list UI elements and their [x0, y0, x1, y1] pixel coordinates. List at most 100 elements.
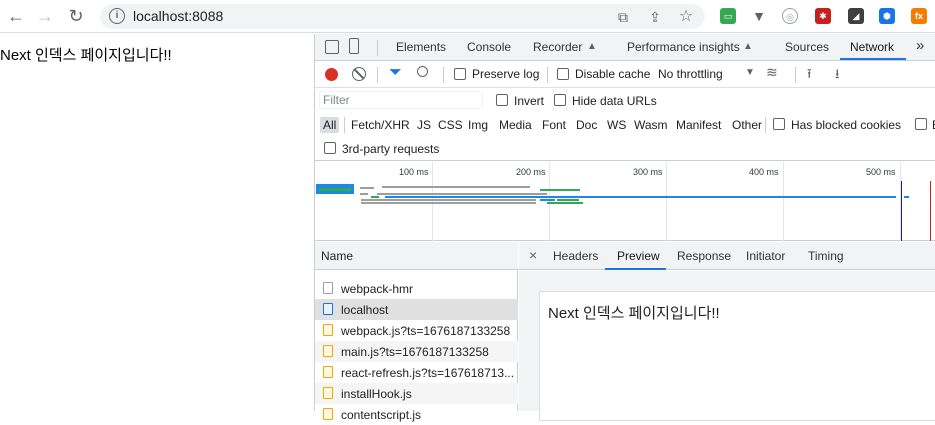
device-toggle-icon[interactable] — [349, 38, 359, 54]
close-icon[interactable]: × — [529, 247, 537, 263]
address-bar[interactable]: i localhost:8088 ⧉ ⇪ ☆ — [100, 4, 705, 29]
network-conditions-icon[interactable]: ≋ — [766, 64, 778, 81]
request-row[interactable]: webpack-hmr — [315, 278, 518, 299]
info-icon[interactable]: i — [109, 8, 125, 24]
forward-arrow-icon[interactable]: → — [33, 5, 57, 27]
bookmark-star-icon[interactable]: ☆ — [677, 8, 695, 26]
name-column-header[interactable]: Name — [315, 242, 518, 270]
share-icon[interactable]: ⇪ — [646, 8, 664, 26]
dom-content-loaded-marker — [901, 181, 902, 241]
tab-network[interactable]: Network — [850, 40, 894, 54]
tab-response[interactable]: Response — [677, 249, 731, 263]
tab-initiator[interactable]: Initiator — [746, 249, 785, 263]
type-doc[interactable]: Doc — [573, 117, 600, 133]
inspect-element-icon[interactable] — [325, 40, 339, 54]
divider — [765, 117, 766, 133]
flask-icon: ▲ — [743, 41, 753, 52]
request-row[interactable]: localhost — [315, 299, 518, 320]
type-js[interactable]: JS — [414, 117, 434, 133]
extension-red-icon[interactable]: ✱ — [815, 8, 831, 24]
extension-dark-icon[interactable]: ◢ — [848, 8, 864, 24]
request-name: webpack.js?ts=1676187133258 — [341, 324, 511, 338]
type-wasm[interactable]: Wasm — [631, 117, 671, 133]
filter-funnel-icon[interactable]: ⏷ — [389, 64, 402, 82]
back-arrow-icon[interactable]: ← — [4, 5, 28, 27]
chevron-down-icon[interactable]: ▼ — [745, 67, 755, 78]
disable-cache-checkbox[interactable] — [557, 68, 569, 80]
request-row[interactable]: react-refresh.js?ts=167618713... — [315, 362, 518, 383]
invert-checkbox[interactable] — [496, 94, 508, 106]
reload-icon[interactable]: ↻ — [64, 5, 88, 27]
timeline-bar — [319, 188, 351, 191]
request-row[interactable]: webpack.js?ts=1676187133258 — [315, 320, 518, 341]
timeline-bar — [382, 186, 530, 188]
tab-preview[interactable]: Preview — [617, 249, 660, 263]
type-all[interactable]: All — [320, 117, 340, 133]
type-media[interactable]: Media — [496, 117, 535, 133]
tab-sources[interactable]: Sources — [785, 40, 829, 54]
tick-label: 200 ms — [516, 167, 546, 177]
blocked-requests-checkbox[interactable] — [915, 118, 927, 130]
type-fetch-xhr[interactable]: Fetch/XHR — [348, 117, 413, 133]
third-party-checkbox[interactable] — [324, 142, 336, 154]
search-icon[interactable] — [417, 66, 428, 77]
tab-console[interactable]: Console — [467, 40, 511, 54]
preview-pane: Next 인덱스 페이지입니다!! — [519, 271, 935, 421]
script-icon — [323, 387, 333, 399]
more-tabs-icon[interactable]: » — [916, 37, 924, 54]
third-party-label: 3rd-party requests — [342, 142, 440, 156]
timeline-bar — [360, 193, 368, 195]
extension-vee-icon[interactable]: ▼ — [751, 8, 767, 24]
invert-label: Invert — [514, 94, 545, 108]
tab-performance-insights[interactable]: Performance insights — [627, 40, 740, 54]
request-name: react-refresh.js?ts=167618713... — [341, 366, 515, 380]
divider — [377, 40, 378, 56]
record-icon[interactable] — [325, 68, 338, 81]
export-har-icon[interactable]: ⭳ — [835, 65, 840, 87]
open-in-icon[interactable]: ⧉ — [614, 8, 632, 26]
preserve-log-checkbox[interactable] — [454, 68, 466, 80]
network-overview-timeline[interactable]: 100 ms 200 ms 300 ms 400 ms 500 ms — [315, 162, 935, 241]
type-ws[interactable]: WS — [604, 117, 629, 133]
type-css[interactable]: CSS — [435, 117, 466, 133]
disable-cache-label: Disable cache — [575, 67, 651, 81]
has-blocked-cookies-checkbox[interactable] — [773, 118, 785, 130]
filter-input[interactable]: Filter — [319, 91, 483, 109]
tab-recorder[interactable]: Recorder — [533, 40, 582, 54]
devtools-panel: Elements Console Recorder ▲ Performance … — [314, 34, 935, 422]
type-font[interactable]: Font — [539, 117, 569, 133]
tick-label: 400 ms — [749, 167, 779, 177]
tab-timing[interactable]: Timing — [808, 249, 844, 263]
request-row[interactable]: main.js?ts=1676187133258 — [315, 341, 518, 362]
document-icon — [323, 303, 333, 315]
import-har-icon[interactable]: ⭱ — [807, 65, 812, 87]
timeline-bar — [547, 202, 583, 204]
extension-circle-icon[interactable]: ◎ — [782, 8, 798, 24]
tab-headers[interactable]: Headers — [553, 249, 598, 263]
extension-orange-icon[interactable]: fx — [911, 8, 927, 24]
request-list: Name webpack-hmr localhost webpack.js?ts… — [315, 242, 518, 422]
tab-elements[interactable]: Elements — [396, 40, 446, 54]
timeline-bar — [361, 202, 536, 204]
type-manifest[interactable]: Manifest — [673, 117, 724, 133]
detail-tab-bar: × Headers Preview Response Initiator Tim… — [519, 242, 935, 270]
hide-data-urls-checkbox[interactable] — [554, 94, 566, 106]
request-row[interactable]: installHook.js — [315, 383, 518, 404]
throttling-select[interactable]: No throttling — [658, 67, 723, 81]
preview-render: Next 인덱스 페이지입니다!! — [539, 291, 935, 421]
tick-label: 500 ms — [866, 167, 896, 177]
request-row[interactable]: contentscript.js — [315, 404, 518, 425]
extension-blue-icon[interactable]: ⬢ — [879, 8, 895, 24]
clear-icon[interactable] — [352, 67, 366, 81]
divider — [547, 67, 548, 83]
type-img[interactable]: Img — [465, 117, 491, 133]
preserve-log-label: Preserve log — [472, 67, 540, 81]
resource-type-filter: All Fetch/XHR JS CSS Img Media Font Doc … — [315, 113, 935, 137]
preview-text: Next 인덱스 페이지입니다!! — [548, 305, 720, 322]
type-other[interactable]: Other — [729, 117, 765, 133]
extension-screen-icon[interactable]: ▭ — [720, 8, 736, 24]
timeline-bar — [360, 187, 374, 189]
divider — [795, 67, 796, 83]
timeline-bar — [361, 199, 536, 201]
devtools-tab-bar: Elements Console Recorder ▲ Performance … — [315, 34, 935, 61]
